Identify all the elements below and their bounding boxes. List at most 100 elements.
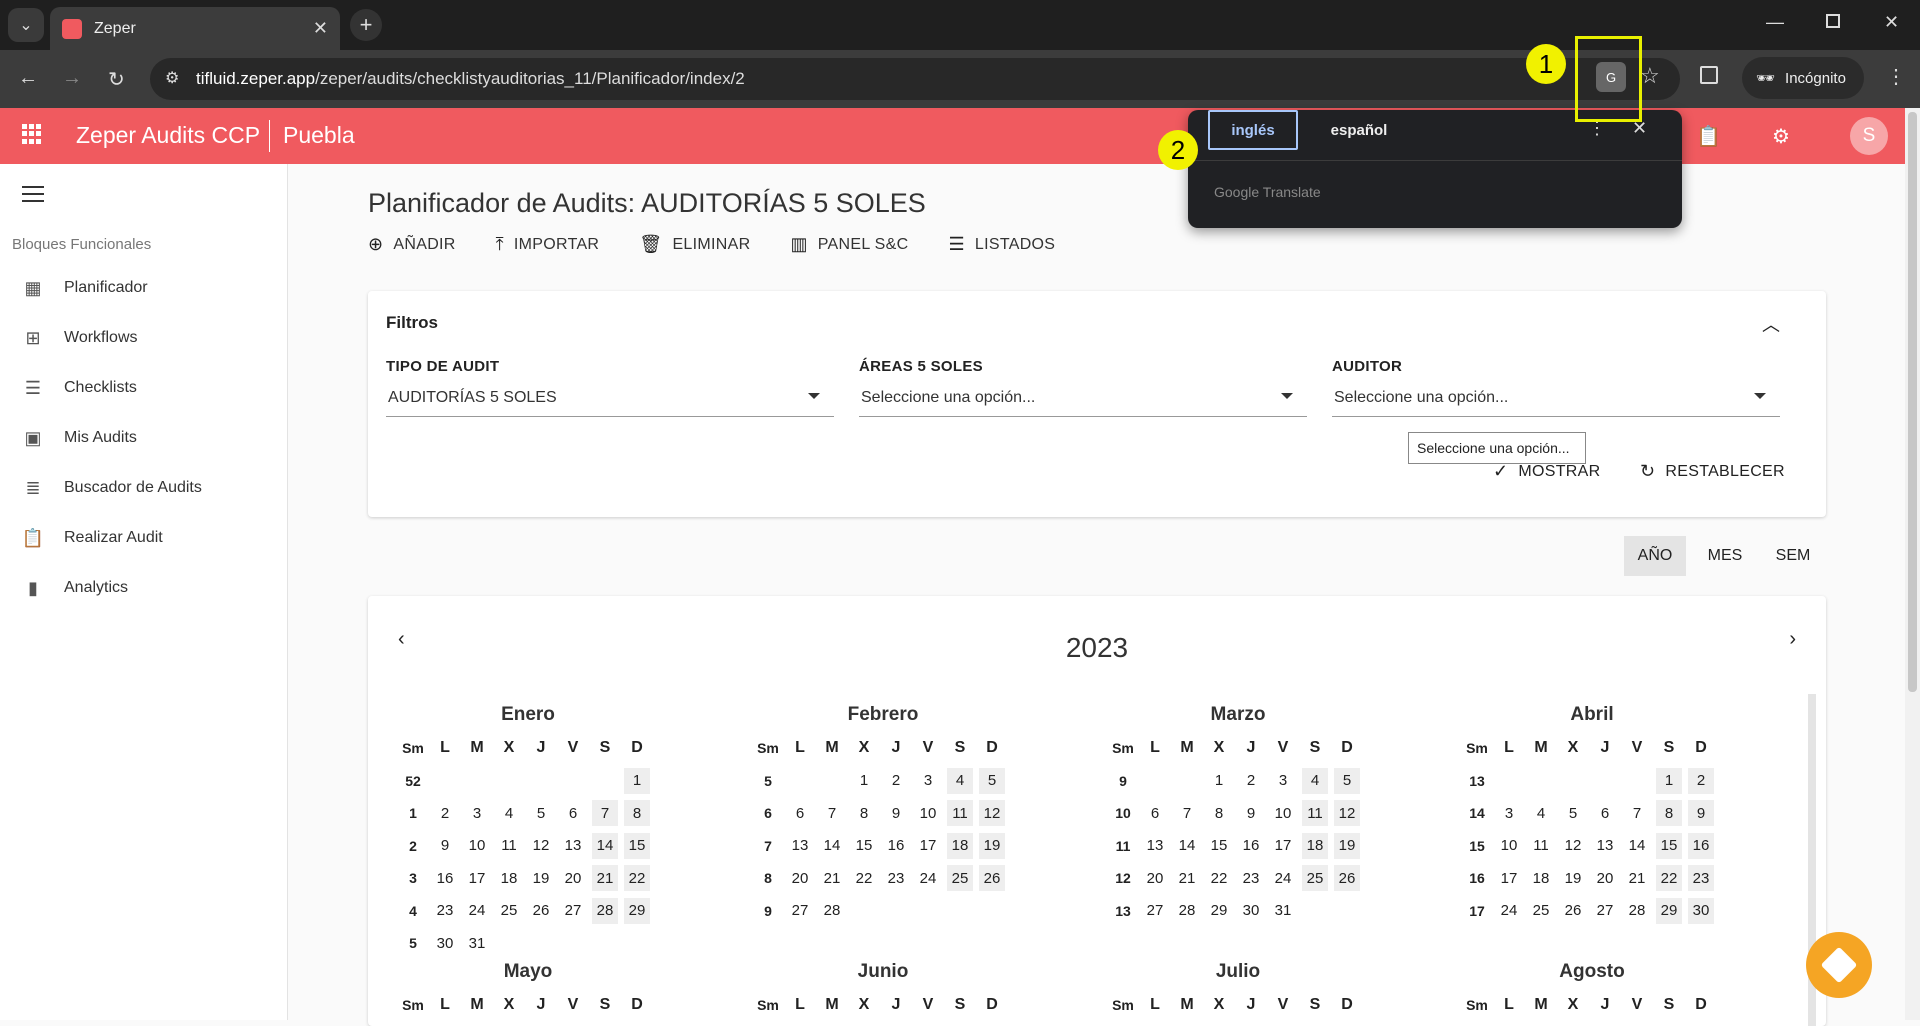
day-cell[interactable]: 1 (624, 767, 650, 794)
day-cell[interactable]: 29 (624, 897, 650, 924)
day-cell[interactable]: 7 (819, 800, 845, 826)
day-cell[interactable]: 7 (1174, 800, 1200, 826)
day-cell[interactable]: 16 (1238, 833, 1264, 859)
day-cell[interactable]: 17 (1496, 865, 1522, 891)
address-bar[interactable]: tifluid.zeper.app/zeper/audits/checklist… (150, 58, 1680, 100)
day-cell[interactable]: 29 (1656, 897, 1682, 924)
day-cell[interactable]: 20 (787, 865, 813, 891)
day-cell[interactable]: 5 (528, 800, 554, 826)
day-cell[interactable]: 3 (1270, 768, 1296, 794)
scrollbar-thumb[interactable] (1908, 112, 1917, 692)
day-cell[interactable]: 25 (1302, 865, 1328, 892)
day-cell[interactable]: 1 (851, 768, 877, 794)
day-cell[interactable]: 26 (528, 898, 554, 924)
day-cell[interactable]: 13 (1142, 833, 1168, 859)
reload-icon[interactable]: ↻ (108, 67, 125, 92)
day-cell[interactable]: 15 (1656, 832, 1682, 859)
forward-icon[interactable]: → (62, 67, 82, 90)
apps-grid-icon[interactable] (22, 124, 42, 144)
day-cell[interactable]: 7 (1624, 800, 1650, 826)
day-cell[interactable]: 2 (1688, 767, 1714, 794)
menu-icon[interactable] (22, 186, 44, 207)
day-cell[interactable]: 21 (592, 865, 618, 892)
day-cell[interactable]: 17 (1270, 833, 1296, 859)
day-cell[interactable]: 8 (624, 800, 650, 827)
sidebar-item-planificador[interactable]: ▦ Planificador (0, 266, 288, 310)
day-cell[interactable]: 8 (1206, 800, 1232, 826)
day-cell[interactable]: 10 (915, 800, 941, 826)
day-cell[interactable]: 4 (496, 800, 522, 826)
sidebar-item-analytics[interactable]: ▮ Analytics (0, 566, 288, 610)
day-cell[interactable]: 24 (1270, 865, 1296, 891)
reset-button[interactable]: ↻ RESTABLECER (1640, 461, 1785, 482)
day-cell[interactable]: 14 (1624, 833, 1650, 859)
day-cell[interactable]: 23 (1688, 865, 1714, 892)
close-window-icon[interactable]: ✕ (1884, 12, 1899, 33)
day-cell[interactable]: 24 (464, 898, 490, 924)
day-cell[interactable]: 5 (1560, 800, 1586, 826)
day-cell[interactable]: 10 (1496, 833, 1522, 859)
auditor-select[interactable]: Seleccione una opción... (1332, 383, 1780, 417)
day-cell[interactable]: 24 (1496, 898, 1522, 924)
areas-select[interactable]: Seleccione una opción... (859, 383, 1307, 417)
view-month-button[interactable]: MES (1694, 536, 1756, 576)
day-cell[interactable]: 5 (979, 767, 1005, 794)
day-cell[interactable]: 3 (464, 800, 490, 826)
day-cell[interactable]: 12 (979, 800, 1005, 827)
day-cell[interactable]: 30 (1688, 897, 1714, 924)
day-cell[interactable]: 22 (1656, 865, 1682, 892)
day-cell[interactable]: 1 (1206, 768, 1232, 794)
day-cell[interactable]: 2 (883, 768, 909, 794)
clipboard-settings-icon[interactable]: 📋 (1696, 124, 1721, 149)
close-tab-icon[interactable]: ✕ (313, 18, 328, 39)
day-cell[interactable]: 21 (819, 865, 845, 891)
day-cell[interactable]: 27 (560, 898, 586, 924)
back-icon[interactable]: ← (18, 67, 38, 90)
day-cell[interactable]: 27 (1592, 898, 1618, 924)
side-panel-icon[interactable] (1700, 66, 1718, 84)
day-cell[interactable]: 4 (1302, 767, 1328, 794)
day-cell[interactable]: 15 (851, 833, 877, 859)
day-cell[interactable]: 14 (819, 833, 845, 859)
day-cell[interactable]: 23 (432, 898, 458, 924)
lang-spanish-tab[interactable]: español (1304, 110, 1414, 150)
day-cell[interactable]: 23 (883, 865, 909, 891)
zeper-fab-button[interactable] (1806, 932, 1872, 998)
day-cell[interactable]: 9 (883, 800, 909, 826)
delete-button[interactable]: 🗑 ELIMINAR (639, 234, 750, 255)
day-cell[interactable]: 26 (979, 865, 1005, 892)
tipo-select[interactable]: AUDITORÍAS 5 SOLES (386, 383, 834, 417)
day-cell[interactable]: 23 (1238, 865, 1264, 891)
chevron-up-icon[interactable]: ︿ (1762, 311, 1780, 337)
day-cell[interactable]: 17 (915, 833, 941, 859)
sidebar-item-buscador[interactable]: ≣ Buscador de Audits (0, 466, 288, 510)
listados-button[interactable]: ☰ LISTADOS (948, 234, 1055, 255)
day-cell[interactable]: 16 (883, 833, 909, 859)
page-scrollbar[interactable] (1905, 108, 1920, 1020)
day-cell[interactable]: 29 (1206, 898, 1232, 924)
day-cell[interactable]: 11 (496, 833, 522, 859)
day-cell[interactable]: 4 (1528, 800, 1554, 826)
day-cell[interactable]: 1 (1656, 767, 1682, 794)
sidebar-item-checklists[interactable]: ☰ Checklists (0, 366, 288, 410)
avatar[interactable]: S (1850, 117, 1888, 155)
show-button[interactable]: ✓ MOSTRAR (1493, 461, 1601, 482)
day-cell[interactable]: 20 (1592, 865, 1618, 891)
day-cell[interactable]: 13 (787, 833, 813, 859)
day-cell[interactable]: 27 (787, 898, 813, 924)
day-cell[interactable]: 31 (1270, 898, 1296, 924)
day-cell[interactable]: 10 (464, 833, 490, 859)
day-cell[interactable]: 6 (1592, 800, 1618, 826)
day-cell[interactable]: 15 (624, 832, 650, 859)
incognito-badge[interactable]: 🕶 Incógnito (1742, 57, 1864, 99)
day-cell[interactable]: 11 (1528, 833, 1554, 859)
day-cell[interactable]: 6 (560, 800, 586, 826)
day-cell[interactable]: 4 (947, 767, 973, 794)
day-cell[interactable]: 19 (1560, 865, 1586, 891)
day-cell[interactable]: 7 (592, 800, 618, 827)
day-cell[interactable]: 11 (947, 800, 973, 827)
day-cell[interactable]: 15 (1206, 833, 1232, 859)
day-cell[interactable]: 22 (624, 865, 650, 892)
day-cell[interactable]: 9 (1238, 800, 1264, 826)
day-cell[interactable]: 31 (464, 930, 490, 956)
